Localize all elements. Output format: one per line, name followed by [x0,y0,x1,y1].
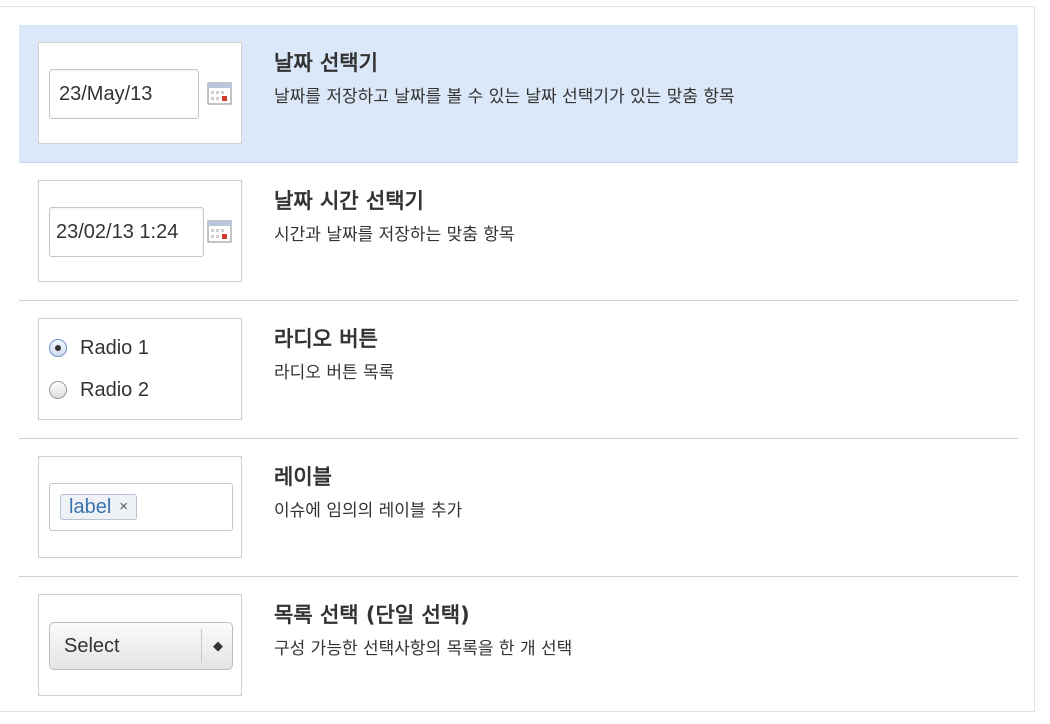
radio-buttons-preview: Radio 1 Radio 2 [38,318,242,420]
labels-input[interactable]: label × [49,483,233,531]
select-dropdown[interactable]: Select ◆ [49,622,233,670]
remove-label-icon[interactable]: × [119,498,128,515]
custom-field-type-list: 23/May/13 날짜 선택기 날짜를 저장하고 날짜를 볼 수 있는 날짜 … [19,25,1018,715]
radio-option-label: Radio 1 [80,337,149,359]
radio-option[interactable]: Radio 1 [49,337,149,360]
field-type-description: 이슈에 임의의 레이블 추가 [274,501,463,521]
radio-checked-icon[interactable] [49,339,67,357]
field-type-date-picker[interactable]: 23/May/13 날짜 선택기 날짜를 저장하고 날짜를 볼 수 있는 날짜 … [19,25,1018,163]
field-type-labels[interactable]: label × 레이블 이슈에 임의의 레이블 추가 [19,439,1018,577]
field-type-title: 레이블 [274,465,332,489]
label-lozenge: label × [60,494,138,520]
radio-option-label: Radio 2 [80,379,149,401]
date-time-input[interactable]: 23/02/13 1:24 [49,207,204,257]
select-divider [201,629,202,663]
select-list-preview: Select ◆ [38,594,242,696]
calendar-icon[interactable] [207,81,232,106]
calendar-icon[interactable] [207,219,232,244]
field-type-description: 구성 가능한 선택사항의 목록을 한 개 선택 [274,639,573,659]
field-type-title: 날짜 선택기 [274,51,378,75]
field-type-title: 목록 선택 (단일 선택) [274,603,470,627]
radio-option[interactable]: Radio 2 [49,379,149,402]
field-type-radio-buttons[interactable]: Radio 1 Radio 2 라디오 버튼 라디오 버튼 목록 [19,301,1018,439]
date-time-picker-preview: 23/02/13 1:24 [38,180,242,282]
select-arrows-icon: ◆ [213,638,223,653]
field-type-date-time-picker[interactable]: 23/02/13 1:24 날짜 시간 선택기 시간과 날짜를 저장하는 맞춤 … [19,163,1018,301]
field-type-title: 라디오 버튼 [274,327,378,351]
date-input[interactable]: 23/May/13 [49,69,199,119]
field-type-select-list[interactable]: Select ◆ 목록 선택 (단일 선택) 구성 가능한 선택사항의 목록을 … [19,577,1018,715]
select-value: Select [64,635,120,657]
date-picker-preview: 23/May/13 [38,42,242,144]
field-type-description: 라디오 버튼 목록 [274,363,395,383]
radio-unchecked-icon[interactable] [49,381,67,399]
labels-preview: label × [38,456,242,558]
label-text: label [69,496,112,518]
field-type-description: 날짜를 저장하고 날짜를 볼 수 있는 날짜 선택기가 있는 맞춤 항목 [274,87,735,107]
field-type-description: 시간과 날짜를 저장하는 맞춤 항목 [274,225,515,245]
field-type-title: 날짜 시간 선택기 [274,189,424,213]
